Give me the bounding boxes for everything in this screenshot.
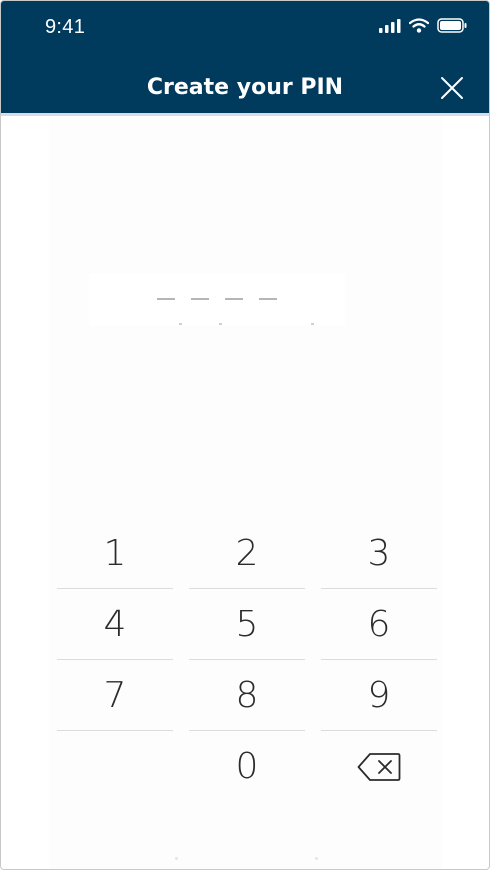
pin-tick bbox=[219, 323, 222, 325]
page-title: Create your PIN bbox=[146, 75, 344, 100]
pin-slot bbox=[191, 298, 209, 300]
close-icon bbox=[441, 77, 463, 99]
wifi-icon bbox=[409, 18, 429, 33]
key-5[interactable]: 5 bbox=[189, 589, 305, 660]
key-empty bbox=[57, 731, 173, 802]
key-9[interactable]: 9 bbox=[321, 660, 437, 731]
signal-icon bbox=[379, 18, 401, 33]
keypad-row: 4 5 6 bbox=[57, 589, 437, 660]
key-4[interactable]: 4 bbox=[57, 589, 173, 660]
key-1[interactable]: 1 bbox=[57, 518, 173, 589]
key-2[interactable]: 2 bbox=[189, 518, 305, 589]
keypad-row: 1 2 3 bbox=[57, 518, 437, 589]
keypad-row: 0 bbox=[57, 731, 437, 802]
pin-display bbox=[89, 273, 345, 325]
key-6[interactable]: 6 bbox=[321, 589, 437, 660]
keypad-row: 7 8 9 bbox=[57, 660, 437, 731]
key-3[interactable]: 3 bbox=[321, 518, 437, 589]
status-icons bbox=[379, 18, 467, 33]
bottom-dot bbox=[315, 857, 318, 860]
pin-slot bbox=[157, 298, 175, 300]
status-time: 9:41 bbox=[45, 16, 86, 38]
backspace-button[interactable] bbox=[321, 731, 437, 802]
pin-tick bbox=[311, 323, 314, 325]
phone-screen: 9:41 Create your PIN 1 2 3 4 5 6 7 8 9 0 bbox=[0, 0, 490, 870]
pin-slot bbox=[225, 298, 243, 300]
key-8[interactable]: 8 bbox=[189, 660, 305, 731]
battery-icon bbox=[437, 18, 467, 33]
header-bar: 9:41 Create your PIN bbox=[1, 1, 489, 113]
backspace-icon bbox=[357, 752, 401, 781]
keypad: 1 2 3 4 5 6 7 8 9 0 bbox=[57, 518, 437, 802]
bottom-dot bbox=[175, 857, 178, 860]
key-7[interactable]: 7 bbox=[57, 660, 173, 731]
pin-tick bbox=[179, 323, 182, 325]
pin-slot bbox=[259, 298, 277, 300]
close-button[interactable] bbox=[439, 75, 465, 101]
key-0[interactable]: 0 bbox=[189, 731, 305, 802]
